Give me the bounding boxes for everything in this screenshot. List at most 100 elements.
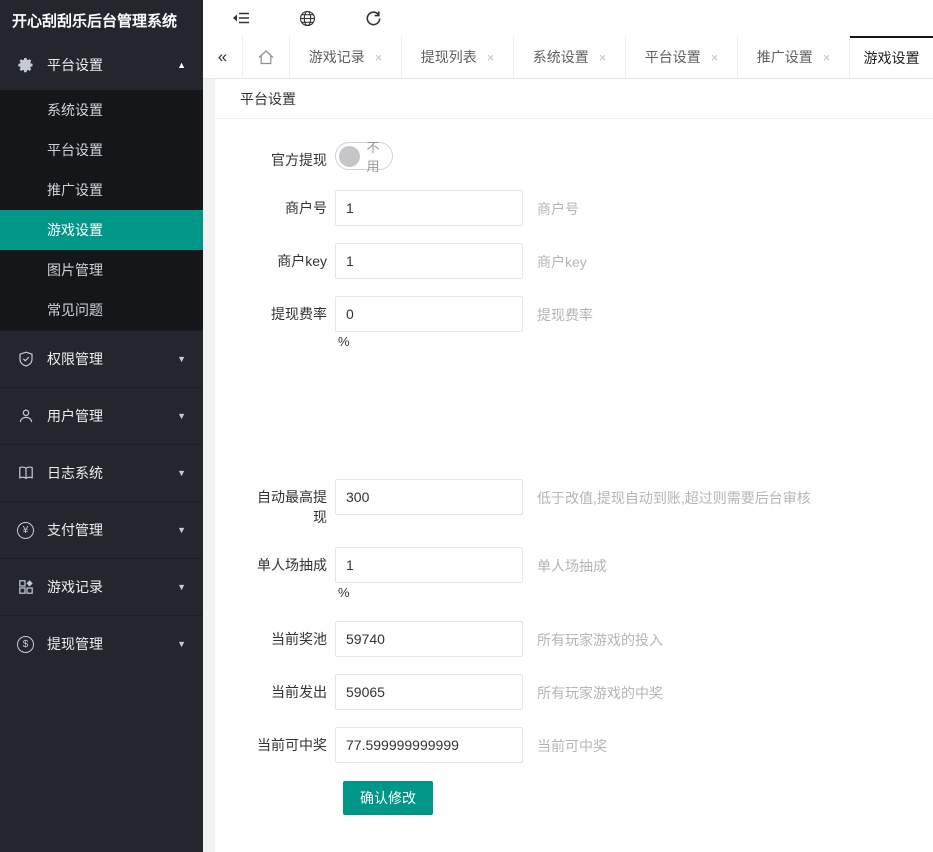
tab-promotion-settings[interactable]: 推广设置 × xyxy=(738,36,850,78)
gear-icon xyxy=(17,57,34,74)
page-title: 平台设置 xyxy=(215,79,933,119)
platform-settings-form: 官方提现 不用 商户号 商户号 商户key xyxy=(215,119,933,815)
field-hint: 低于改值,提现自动到账,超过则需要后台审核 xyxy=(537,479,811,508)
sidebar-item-image-management[interactable]: 图片管理 xyxy=(0,250,203,290)
sidebar-item-label: 日志系统 xyxy=(47,463,177,483)
sidebar-item-platform-settings[interactable]: 平台设置 xyxy=(0,130,203,170)
toggle-knob xyxy=(339,146,360,167)
field-label: 当前奖池 xyxy=(249,621,335,649)
tab-label: 系统设置 xyxy=(533,47,589,67)
tab-label: 提现列表 xyxy=(421,47,477,67)
field-label: 当前可中奖 xyxy=(249,727,335,755)
field-hint: 商户号 xyxy=(537,190,579,219)
sidebar-item-payment-management[interactable]: ¥ 支付管理 ▼ xyxy=(0,501,203,558)
submenu-label: 推广设置 xyxy=(47,180,103,200)
form-row-withdraw-fee-rate: 提现费率 % 提现费率 xyxy=(249,296,933,350)
form-row-single-room-cut: 单人场抽成 % 单人场抽成 xyxy=(249,547,933,601)
chevron-up-icon: ▲ xyxy=(177,60,186,70)
sidebar-item-label: 支付管理 xyxy=(47,520,177,540)
current-jackpot-input[interactable] xyxy=(335,621,523,657)
field-hint: 所有玩家游戏的中奖 xyxy=(537,674,663,703)
chevron-down-icon: ▼ xyxy=(177,468,186,478)
sidebar-item-game-records[interactable]: 游戏记录 ▼ xyxy=(0,558,203,615)
tab-label: 游戏设置 xyxy=(864,48,920,68)
home-icon xyxy=(257,49,275,66)
form-row-merchant-id: 商户号 商户号 xyxy=(249,190,933,226)
refresh-icon[interactable] xyxy=(363,8,383,28)
withdraw-fee-rate-input[interactable] xyxy=(335,296,523,332)
form-row-official-withdraw: 官方提现 不用 xyxy=(249,142,933,170)
tab-home[interactable] xyxy=(243,36,290,78)
tab-bar: « 游戏记录 × 提现列表 × 系统设置 × 平台设置 × 推广设置 × 游戏设… xyxy=(203,36,933,79)
current-winnable-input[interactable] xyxy=(335,727,523,763)
field-hint: 所有玩家游戏的投入 xyxy=(537,621,663,650)
sidebar: 开心刮刮乐后台管理系统 平台设置 ▲ 系统设置 平台设置 推广设置 游戏设置 图… xyxy=(0,0,203,852)
sidebar-item-user-management[interactable]: 用户管理 ▼ xyxy=(0,387,203,444)
percent-suffix: % xyxy=(335,332,523,350)
official-withdraw-toggle[interactable]: 不用 xyxy=(335,142,393,170)
field-label: 当前发出 xyxy=(249,674,335,702)
tab-label: 游戏记录 xyxy=(309,47,365,67)
blocks-icon xyxy=(17,579,34,596)
double-chevron-left-icon: « xyxy=(218,47,227,67)
tab-platform-settings[interactable]: 平台设置 × xyxy=(626,36,738,78)
submenu-label: 平台设置 xyxy=(47,140,103,160)
close-icon[interactable]: × xyxy=(711,51,719,64)
dollar-circle-icon: $ xyxy=(17,636,34,653)
collapse-menu-icon[interactable] xyxy=(231,8,251,28)
field-label: 提现费率 xyxy=(249,296,335,324)
chevron-down-icon: ▼ xyxy=(177,525,186,535)
single-room-cut-input[interactable] xyxy=(335,547,523,583)
field-hint: 当前可中奖 xyxy=(537,727,607,756)
submenu-label: 系统设置 xyxy=(47,100,103,120)
form-row-merchant-key: 商户key 商户key xyxy=(249,243,933,279)
form-row-current-payout: 当前发出 所有玩家游戏的中奖 xyxy=(249,674,933,710)
sidebar-item-system-settings[interactable]: 系统设置 xyxy=(0,90,203,130)
tab-game-records[interactable]: 游戏记录 × xyxy=(290,36,402,78)
form-spacer xyxy=(249,350,933,479)
close-icon[interactable]: × xyxy=(823,51,831,64)
merchant-id-input[interactable] xyxy=(335,190,523,226)
tabs-scroll-left-button[interactable]: « xyxy=(203,36,243,78)
admin-app: 开心刮刮乐后台管理系统 平台设置 ▲ 系统设置 平台设置 推广设置 游戏设置 图… xyxy=(0,0,933,852)
field-hint: 提现费率 xyxy=(537,296,593,325)
field-hint: 单人场抽成 xyxy=(537,547,607,576)
sidebar-item-label: 权限管理 xyxy=(47,349,177,369)
current-payout-input[interactable] xyxy=(335,674,523,710)
toggle-state-label: 不用 xyxy=(360,137,384,175)
user-icon xyxy=(17,408,34,425)
confirm-modify-button[interactable]: 确认修改 xyxy=(343,781,433,815)
chevron-down-icon: ▼ xyxy=(177,411,186,421)
globe-icon[interactable] xyxy=(297,8,317,28)
sidebar-item-faq[interactable]: 常见问题 xyxy=(0,290,203,330)
sidebar-item-label: 平台设置 xyxy=(47,55,177,75)
field-label: 商户号 xyxy=(249,190,335,218)
sidebar-item-log-system[interactable]: 日志系统 ▼ xyxy=(0,444,203,501)
app-title: 开心刮刮乐后台管理系统 xyxy=(0,0,203,40)
sidebar-item-label: 用户管理 xyxy=(47,406,177,426)
sidebar-item-label: 游戏记录 xyxy=(47,577,177,597)
field-label: 自动最高提现 xyxy=(249,479,335,527)
form-row-auto-max-withdraw: 自动最高提现 低于改值,提现自动到账,超过则需要后台审核 xyxy=(249,479,933,527)
tab-game-settings[interactable]: 游戏设置 xyxy=(850,36,933,78)
close-icon[interactable]: × xyxy=(487,51,495,64)
merchant-key-input[interactable] xyxy=(335,243,523,279)
field-hint: 商户key xyxy=(537,243,587,272)
sidebar-item-permission-management[interactable]: 权限管理 ▼ xyxy=(0,330,203,387)
submenu-label: 游戏设置 xyxy=(47,220,103,240)
sidebar-item-platform-settings-parent[interactable]: 平台设置 ▲ xyxy=(0,40,203,90)
tab-system-settings[interactable]: 系统设置 × xyxy=(514,36,626,78)
tab-withdraw-list[interactable]: 提现列表 × xyxy=(402,36,514,78)
sidebar-item-promotion-settings[interactable]: 推广设置 xyxy=(0,170,203,210)
close-icon[interactable]: × xyxy=(599,51,607,64)
sidebar-item-withdraw-management[interactable]: $ 提现管理 ▼ xyxy=(0,615,203,672)
top-toolbar xyxy=(203,0,933,36)
form-row-current-winnable: 当前可中奖 当前可中奖 xyxy=(249,727,933,763)
auto-max-withdraw-input[interactable] xyxy=(335,479,523,515)
close-icon[interactable]: × xyxy=(375,51,383,64)
field-label: 官方提现 xyxy=(249,142,335,170)
sidebar-item-game-settings[interactable]: 游戏设置 xyxy=(0,210,203,250)
shield-check-icon xyxy=(17,351,34,368)
chevron-down-icon: ▼ xyxy=(177,354,186,364)
content-card: 平台设置 官方提现 不用 商户号 商户号 xyxy=(215,79,933,852)
